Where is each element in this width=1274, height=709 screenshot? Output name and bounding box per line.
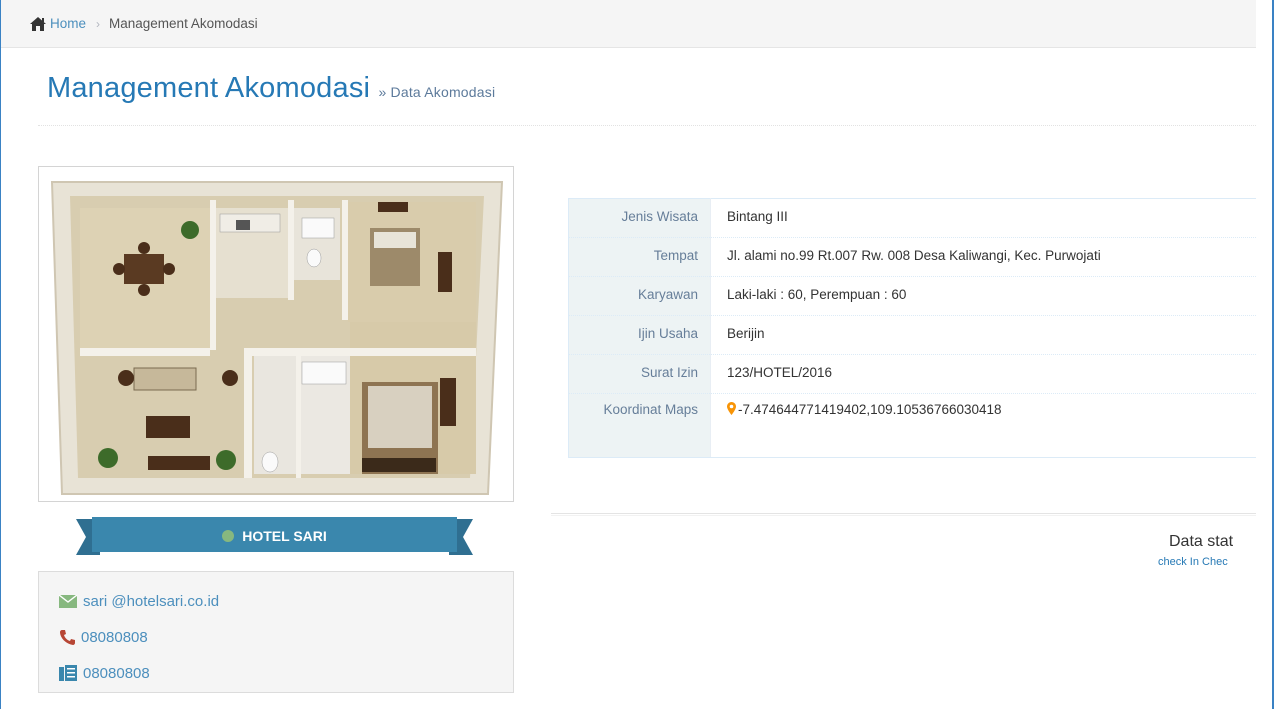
section-divider xyxy=(551,513,1258,516)
home-icon xyxy=(30,16,46,31)
hotel-details-table: Jenis Wisata Bintang III Tempat Jl. alam… xyxy=(568,198,1258,458)
breadcrumb-separator-icon: › xyxy=(96,16,101,31)
detail-value: Berijin xyxy=(710,315,1258,355)
stats-subtitle: check In Chec xyxy=(1158,556,1228,568)
page-subtitle: » Data Akomodasi xyxy=(378,84,496,100)
detail-label: Tempat xyxy=(568,237,711,277)
contact-fax-text: 08080808 xyxy=(83,664,150,682)
detail-value: Jl. alami no.99 Rt.007 Rw. 008 Desa Kali… xyxy=(710,237,1258,277)
breadcrumb-home-link[interactable]: Home xyxy=(50,16,86,31)
contact-fax[interactable]: 08080808 xyxy=(59,655,513,691)
breadcrumb-current: Management Akomodasi xyxy=(109,16,258,31)
detail-value: 123/HOTEL/2016 xyxy=(710,354,1258,394)
detail-value: Laki-laki : 60, Perempuan : 60 xyxy=(710,276,1258,316)
detail-row-jenis-wisata: Jenis Wisata Bintang III xyxy=(568,198,1258,238)
detail-row-karyawan: Karyawan Laki-laki : 60, Perempuan : 60 xyxy=(568,276,1258,316)
contact-phone[interactable]: 08080808 xyxy=(59,619,513,655)
detail-label: Surat Izin xyxy=(568,354,711,394)
detail-row-ijin-usaha: Ijin Usaha Berijin xyxy=(568,315,1258,355)
detail-value-coordinates[interactable]: -7.474644771419402,109.10536766030418 xyxy=(710,393,1258,458)
envelope-icon xyxy=(59,594,77,608)
hotel-name-text: HOTEL SARI xyxy=(242,528,327,544)
contact-panel: sari @hotelsari.co.id 08080808 08080808 xyxy=(38,571,514,693)
floor-plan-image xyxy=(44,172,508,496)
detail-value: Bintang III xyxy=(710,198,1258,238)
page-header: Management Akomodasi » Data Akomodasi xyxy=(38,68,1256,126)
detail-row-koordinat: Koordinat Maps -7.474644771419402,109.10… xyxy=(568,393,1258,458)
detail-label: Ijin Usaha xyxy=(568,315,711,355)
phone-icon xyxy=(60,630,75,645)
stats-title: Data stat xyxy=(1169,533,1234,550)
viewport-edge xyxy=(1256,0,1272,709)
fax-icon xyxy=(59,665,77,681)
detail-label: Koordinat Maps xyxy=(568,393,711,458)
contact-phone-text: 08080808 xyxy=(81,628,148,646)
hotel-name: HOTEL SARI xyxy=(76,517,473,555)
page-title-text: Management Akomodasi xyxy=(47,72,371,104)
hotel-photo xyxy=(38,166,514,502)
detail-row-tempat: Tempat Jl. alami no.99 Rt.007 Rw. 008 De… xyxy=(568,237,1258,277)
page-title: Management Akomodasi » Data Akomodasi xyxy=(47,68,1256,112)
map-marker-icon xyxy=(727,402,736,415)
detail-label: Jenis Wisata xyxy=(568,198,711,238)
detail-label: Karyawan xyxy=(568,276,711,316)
contact-email[interactable]: sari @hotelsari.co.id xyxy=(59,583,513,619)
hotel-name-ribbon: HOTEL SARI xyxy=(76,517,473,555)
contact-email-text: sari @hotelsari.co.id xyxy=(83,592,220,610)
detail-row-surat-izin: Surat Izin 123/HOTEL/2016 xyxy=(568,354,1258,394)
status-dot-icon xyxy=(222,530,235,542)
breadcrumb: Home › Management Akomodasi xyxy=(1,0,1257,48)
coordinates-text: -7.474644771419402,109.10536766030418 xyxy=(738,402,1002,417)
